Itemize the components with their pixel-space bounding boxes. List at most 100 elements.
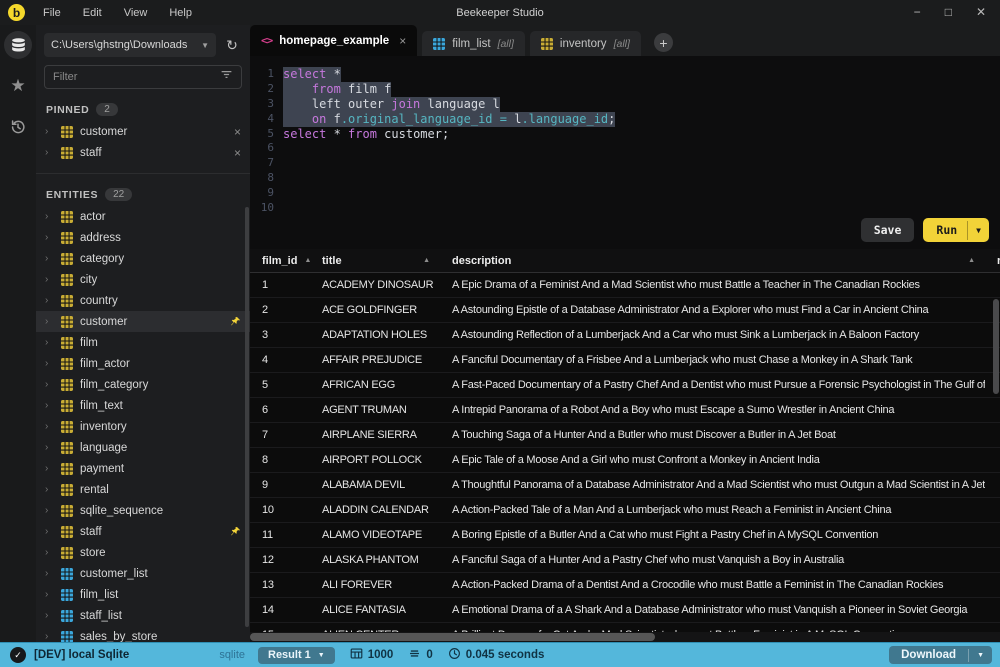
cell[interactable]: 14	[250, 598, 310, 622]
cell[interactable]	[985, 448, 1000, 472]
cell[interactable]	[985, 423, 1000, 447]
cell[interactable]: A Astounding Reflection of a Lumberjack …	[440, 323, 985, 347]
grid-vertical-scrollbar[interactable]	[993, 299, 999, 394]
pinned-item-customer[interactable]: ›customer×	[36, 121, 250, 142]
cell[interactable]: 11	[250, 523, 310, 547]
sql-editor[interactable]: 1select *2 from film f3 left outer join …	[250, 56, 1000, 249]
chevron-right-icon[interactable]: ›	[45, 422, 54, 432]
save-button[interactable]: Save	[861, 218, 915, 242]
cell[interactable]: AIRPORT POLLOCK	[310, 448, 440, 472]
maximize-icon[interactable]: □	[945, 0, 952, 25]
chevron-right-icon[interactable]: ›	[45, 254, 54, 264]
download-button[interactable]: Download ▼	[889, 646, 992, 664]
chevron-right-icon[interactable]: ›	[45, 569, 54, 579]
chevron-right-icon[interactable]: ›	[45, 296, 54, 306]
cell[interactable]	[985, 523, 1000, 547]
cell[interactable]: A Intrepid Panorama of a Robot And a Boy…	[440, 398, 985, 422]
entity-rental[interactable]: ›rental	[36, 479, 250, 500]
entity-staff_list[interactable]: ›staff_list	[36, 605, 250, 626]
cell[interactable]: A Action-Packed Tale of a Man And a Lumb…	[440, 498, 985, 522]
cell[interactable]: 7	[250, 423, 310, 447]
cell[interactable]: ALABAMA DEVIL	[310, 473, 440, 497]
cell[interactable]: ADAPTATION HOLES	[310, 323, 440, 347]
minimize-icon[interactable]: −	[914, 0, 921, 25]
table-row[interactable]: 15ALIEN CENTERA Brilliant Drama of a Cat…	[250, 623, 1000, 632]
cell[interactable]: 3	[250, 323, 310, 347]
chevron-right-icon[interactable]: ›	[45, 212, 54, 222]
filter-input[interactable]	[53, 71, 220, 83]
entity-country[interactable]: ›country	[36, 290, 250, 311]
chevron-right-icon[interactable]: ›	[45, 359, 54, 369]
tab-film_list[interactable]: film_list[all]	[422, 31, 525, 56]
cell[interactable]	[985, 573, 1000, 597]
new-tab-button[interactable]: +	[654, 33, 673, 52]
unpin-close-icon[interactable]: ×	[234, 125, 241, 139]
cell[interactable]: 5	[250, 373, 310, 397]
cell[interactable]: 1	[250, 273, 310, 297]
column-header-r[interactable]: r	[985, 249, 1000, 272]
run-button[interactable]: Run ▼	[923, 218, 989, 242]
table-row[interactable]: 8AIRPORT POLLOCKA Epic Tale of a Moose A…	[250, 448, 1000, 473]
code-text[interactable]: left outer join language l	[283, 97, 500, 112]
result-selector[interactable]: Result 1 ▼	[258, 647, 335, 664]
cell[interactable]: ACE GOLDFINGER	[310, 298, 440, 322]
run-options-caret-icon[interactable]: ▼	[967, 221, 989, 240]
table-row[interactable]: 9ALABAMA DEVILA Thoughtful Panorama of a…	[250, 473, 1000, 498]
table-row[interactable]: 3ADAPTATION HOLESA Astounding Reflection…	[250, 323, 1000, 348]
cell[interactable]: 15	[250, 623, 310, 632]
cell[interactable]: A Touching Saga of a Hunter And a Butler…	[440, 423, 985, 447]
cell[interactable]: AFFAIR PREJUDICE	[310, 348, 440, 372]
cell[interactable]: ALIEN CENTER	[310, 623, 440, 632]
chevron-right-icon[interactable]: ›	[45, 401, 54, 411]
table-row[interactable]: 12ALASKA PHANTOMA Fanciful Saga of a Hun…	[250, 548, 1000, 573]
cell[interactable]	[985, 598, 1000, 622]
table-row[interactable]: 4AFFAIR PREJUDICEA Fanciful Documentary …	[250, 348, 1000, 373]
entity-film[interactable]: ›film	[36, 332, 250, 353]
entity-staff[interactable]: ›staff	[36, 521, 250, 542]
unpin-close-icon[interactable]: ×	[234, 146, 241, 160]
entity-film_text[interactable]: ›film_text	[36, 395, 250, 416]
cell[interactable]: ALASKA PHANTOM	[310, 548, 440, 572]
chevron-right-icon[interactable]: ›	[45, 485, 54, 495]
cell[interactable]: ALAMO VIDEOTAPE	[310, 523, 440, 547]
chevron-right-icon[interactable]: ›	[45, 127, 54, 137]
table-row[interactable]: 5AFRICAN EGGA Fast-Paced Documentary of …	[250, 373, 1000, 398]
entity-address[interactable]: ›address	[36, 227, 250, 248]
cell[interactable]	[985, 548, 1000, 572]
table-row[interactable]: 2ACE GOLDFINGERA Astounding Epistle of a…	[250, 298, 1000, 323]
refresh-icon[interactable]: ↻	[222, 37, 242, 54]
favorites-rail-button[interactable]: ★	[4, 72, 32, 100]
cell[interactable]: ALI FOREVER	[310, 573, 440, 597]
column-header-film_id[interactable]: film_id▲	[250, 249, 310, 272]
entity-actor[interactable]: ›actor	[36, 206, 250, 227]
entity-film_category[interactable]: ›film_category	[36, 374, 250, 395]
cell[interactable]: 8	[250, 448, 310, 472]
cell[interactable]: A Epic Drama of a Feminist And a Mad Sci…	[440, 273, 985, 297]
chevron-right-icon[interactable]: ›	[45, 380, 54, 390]
entity-store[interactable]: ›store	[36, 542, 250, 563]
run-label[interactable]: Run	[923, 218, 967, 242]
chevron-right-icon[interactable]: ›	[45, 590, 54, 600]
menu-file[interactable]: File	[43, 7, 61, 19]
entity-payment[interactable]: ›payment	[36, 458, 250, 479]
cell[interactable]: A Fanciful Saga of a Hunter And a Pastry…	[440, 548, 985, 572]
cell[interactable]: ACADEMY DINOSAUR	[310, 273, 440, 297]
cell[interactable]: A Brilliant Drama of a Cat And a Mad Sci…	[440, 623, 985, 632]
table-row[interactable]: 13ALI FOREVERA Action-Packed Drama of a …	[250, 573, 1000, 598]
chevron-right-icon[interactable]: ›	[45, 275, 54, 285]
chevron-right-icon[interactable]: ›	[45, 233, 54, 243]
table-row[interactable]: 11ALAMO VIDEOTAPEA Boring Epistle of a B…	[250, 523, 1000, 548]
code-text[interactable]: on f.original_language_id = l.language_i…	[283, 112, 615, 127]
pinned-item-staff[interactable]: ›staff×	[36, 142, 250, 163]
menu-view[interactable]: View	[124, 7, 148, 19]
entity-language[interactable]: ›language	[36, 437, 250, 458]
tab-inventory[interactable]: inventory[all]	[530, 31, 641, 56]
download-caret-icon[interactable]: ▼	[968, 649, 992, 662]
history-rail-button[interactable]	[4, 113, 32, 141]
cell[interactable]: 9	[250, 473, 310, 497]
table-row[interactable]: 7AIRPLANE SIERRAA Touching Saga of a Hun…	[250, 423, 1000, 448]
close-icon[interactable]: ✕	[976, 0, 986, 25]
chevron-right-icon[interactable]: ›	[45, 464, 54, 474]
close-tab-icon[interactable]: ×	[399, 34, 406, 48]
tables-rail-button[interactable]	[4, 31, 32, 59]
